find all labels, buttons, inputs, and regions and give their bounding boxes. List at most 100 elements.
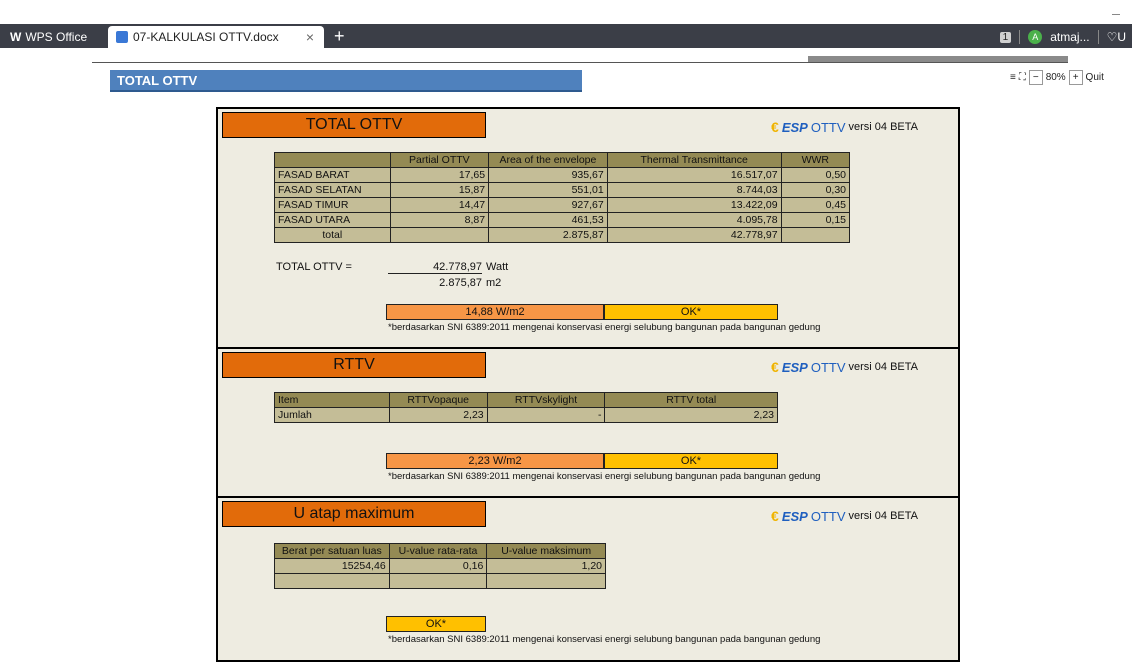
cell[interactable]: 8,87 — [389, 212, 490, 228]
fullscreen-icon[interactable]: ⛶ — [1019, 72, 1026, 83]
section-rttv: RTTV € ESP OTTV versi 04 BETA Item RTTVop… — [218, 349, 958, 498]
zoom-level[interactable]: 80% — [1046, 72, 1066, 83]
cell[interactable]: 17,65 — [389, 167, 490, 183]
cell[interactable] — [486, 573, 606, 589]
euro-icon: € — [771, 359, 779, 375]
tab-wps-home[interactable]: W WPS Office — [10, 27, 87, 47]
cell[interactable]: 0,15 — [780, 212, 851, 228]
col-header: Berat per satuan luas — [274, 543, 390, 559]
rttv-status[interactable]: OK* — [604, 453, 778, 469]
cell[interactable]: Jumlah — [274, 407, 390, 423]
table-row: FASAD UTARA 8,87 461,53 4.095,78 0,15 — [274, 212, 851, 228]
ottv-status[interactable]: OK* — [604, 304, 778, 320]
calc-label: TOTAL OTTV = — [276, 261, 352, 273]
wps-logo-icon: W — [10, 30, 22, 44]
calc-denominator: 2.875,87 — [439, 277, 482, 289]
table-row: FASAD TIMUR 14,47 927,67 13.422,09 0,45 — [274, 197, 851, 213]
col-header: Area of the envelope — [488, 152, 608, 168]
document-icon — [116, 31, 128, 43]
brand-ottv: OTTV — [810, 359, 846, 375]
cell[interactable] — [389, 227, 490, 243]
cell[interactable]: 13.422,09 — [606, 197, 782, 213]
table-row: FASAD BARAT 17,65 935,67 16.517,07 0,50 — [274, 167, 851, 183]
title-bar: W WPS Office 07-KALKULASI OTTV.docx × + … — [0, 0, 1132, 48]
cell[interactable]: total — [274, 227, 391, 243]
cell[interactable]: FASAD UTARA — [274, 212, 391, 228]
ottv-table: Partial OTTV Area of the envelope Therma… — [274, 152, 851, 243]
col-header: U-value rata-rata — [388, 543, 488, 559]
brand-esp: ESP — [781, 508, 808, 524]
cell[interactable]: FASAD TIMUR — [274, 197, 391, 213]
cell[interactable]: 927,67 — [488, 197, 608, 213]
zoom-out-button[interactable]: − — [1028, 69, 1043, 85]
col-header: Item — [274, 392, 390, 408]
cell[interactable]: 551,01 — [488, 182, 608, 198]
embedded-spreadsheet[interactable]: TOTAL OTTV € ESP OTTV versi 04 BETA Parti… — [216, 107, 960, 662]
brand-esp: ESP — [781, 359, 808, 375]
tab-home-label: WPS Office — [25, 30, 88, 44]
zoom-toolbar: ≡ ⛶ − 80% + Quit — [1010, 66, 1132, 88]
divider — [1097, 30, 1099, 44]
cell[interactable]: - — [486, 407, 606, 423]
cell[interactable]: 2,23 — [604, 407, 778, 423]
ottv-result[interactable]: 14,88 W/m2 — [386, 304, 604, 320]
quit-button[interactable]: Quit — [1086, 72, 1104, 83]
cell[interactable]: 15254,46 — [274, 558, 390, 574]
esp-brand: € ESP OTTV versi 04 BETA — [771, 359, 918, 375]
cell[interactable]: 16.517,07 — [606, 167, 782, 183]
col-header: RTTVskylight — [486, 392, 606, 408]
cell[interactable]: 0,30 — [780, 182, 851, 198]
cell[interactable]: 935,67 — [488, 167, 608, 183]
cell[interactable]: FASAD BARAT — [274, 167, 391, 183]
menu-icon[interactable]: ≡ — [1010, 72, 1016, 83]
cell[interactable]: 0,45 — [780, 197, 851, 213]
brand-ottv: OTTV — [810, 508, 846, 524]
divider — [1019, 30, 1021, 44]
table-row: FASAD SELATAN 15,87 551,01 8.744,03 0,30 — [274, 182, 851, 198]
u-atap-table: Berat per satuan luas U-value rata-rata … — [274, 543, 606, 589]
table-total-row: total 2.875,87 42.778,97 — [274, 227, 851, 243]
cell[interactable]: 0,50 — [780, 167, 851, 183]
cell[interactable] — [780, 227, 851, 243]
brand-version: versi 04 BETA — [848, 361, 919, 373]
cell[interactable]: FASAD SELATAN — [274, 182, 391, 198]
cell[interactable] — [274, 573, 390, 589]
euro-icon: € — [771, 508, 779, 524]
table-row — [274, 573, 606, 589]
upgrade-button[interactable]: ♡U — [1107, 30, 1126, 44]
u-atap-status[interactable]: OK* — [386, 616, 486, 632]
rttv-table: Item RTTVopaque RTTVskylight RTTV total … — [274, 392, 778, 423]
zoom-in-button[interactable]: + — [1068, 69, 1083, 85]
cell[interactable]: 14,47 — [389, 197, 490, 213]
section-total-ottv: TOTAL OTTV € ESP OTTV versi 04 BETA Parti… — [218, 109, 958, 349]
minimize-icon[interactable] — [1112, 14, 1120, 15]
cell[interactable]: 42.778,97 — [606, 227, 782, 243]
cell[interactable]: 8.744,03 — [606, 182, 782, 198]
brand-version: versi 04 BETA — [848, 121, 919, 133]
cell[interactable]: 0,16 — [388, 558, 488, 574]
col-header: U-value maksimum — [486, 543, 606, 559]
section-title: U atap maximum — [222, 501, 486, 527]
cell[interactable]: 461,53 — [488, 212, 608, 228]
user-avatar[interactable]: A — [1028, 30, 1043, 44]
cell[interactable] — [388, 573, 488, 589]
cell[interactable]: 2,23 — [388, 407, 488, 423]
section-title: TOTAL OTTV — [222, 112, 486, 138]
tab-document[interactable]: 07-KALKULASI OTTV.docx × — [108, 26, 324, 48]
window-count-badge[interactable]: 1 — [999, 31, 1012, 43]
cell[interactable]: 1,20 — [486, 558, 606, 574]
rttv-result[interactable]: 2,23 W/m2 — [386, 453, 604, 469]
close-tab-icon[interactable]: × — [306, 29, 314, 45]
new-tab-button[interactable]: + — [334, 27, 345, 45]
user-name[interactable]: atmaj... — [1050, 30, 1089, 44]
brand-version: versi 04 BETA — [848, 510, 919, 522]
calc-denominator-unit: m2 — [486, 277, 502, 289]
tab-document-label: 07-KALKULASI OTTV.docx — [133, 30, 279, 44]
calc-numerator-unit: Watt — [486, 261, 509, 273]
brand-esp: ESP — [781, 119, 808, 135]
table-row: Jumlah 2,23 - 2,23 — [274, 407, 778, 423]
cell[interactable]: 2.875,87 — [488, 227, 608, 243]
cell[interactable]: 4.095,78 — [606, 212, 782, 228]
rttv-note: *berdasarkan SNI 6389:2011 mengenai kons… — [388, 471, 821, 482]
cell[interactable]: 15,87 — [389, 182, 490, 198]
